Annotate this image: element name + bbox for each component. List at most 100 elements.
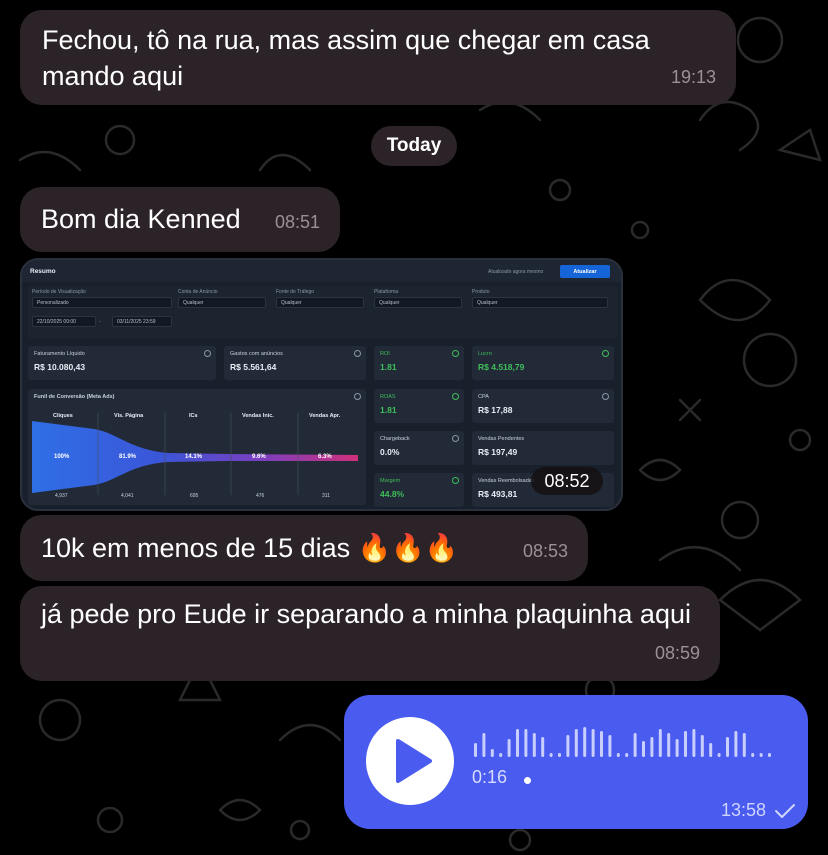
- waveform-bar: [524, 729, 528, 757]
- funnel-stage-count: 4,041: [121, 493, 134, 499]
- card-value: R$ 5.561,64: [230, 362, 277, 372]
- card-label: ROI: [380, 351, 390, 357]
- incoming-message[interactable]: já pede pro Eude ir separando a minha pl…: [20, 586, 720, 681]
- waveform-bar: [558, 753, 561, 757]
- card-value: R$ 10.080,43: [34, 362, 86, 372]
- card-margem: Margem 44.8%: [374, 473, 464, 507]
- card-value: R$ 493,81: [478, 489, 518, 499]
- play-button[interactable]: [366, 717, 454, 805]
- waveform-bar: [566, 735, 570, 757]
- waveform-bar: [684, 731, 687, 757]
- message-time: 13:58: [720, 800, 766, 820]
- info-icon: [452, 350, 459, 357]
- card-label: Vendas Reembolsadas: [478, 478, 535, 484]
- funnel-stage-name: Vis. Página: [114, 413, 144, 419]
- card-label: Chargeback: [380, 436, 410, 442]
- message-text: Fechou, tô na rua, mas assim que chegar …: [42, 25, 650, 91]
- card-cpa: CPA R$ 17,88: [472, 389, 614, 423]
- date-end-field: 03/11/2025 23:59: [112, 316, 172, 327]
- card-value: 44.8%: [380, 489, 405, 499]
- info-icon: [452, 435, 459, 442]
- date-separator: Today: [371, 126, 457, 166]
- waveform-bar: [692, 729, 696, 757]
- card-value: R$ 17,88: [478, 405, 513, 415]
- card-label: Faturamento Líquido: [34, 351, 85, 357]
- date-separator-dash: -: [99, 319, 101, 325]
- incoming-message[interactable]: Fechou, tô na rua, mas assim que chegar …: [20, 10, 736, 105]
- card-value: R$ 197,49: [478, 447, 518, 457]
- waveform-bar: [642, 741, 645, 757]
- waveform-bar: [717, 753, 721, 757]
- waveform-bar: [532, 733, 536, 757]
- message-text: Bom dia Kenned: [41, 204, 241, 234]
- funnel-stage-count: 476: [256, 493, 265, 499]
- waveform-bar: [490, 749, 494, 757]
- message-time: 08:53: [522, 541, 568, 561]
- waveform[interactable]: [472, 727, 782, 761]
- card-roi: ROI 1.81: [374, 346, 464, 380]
- funnel-stage-percent: 14.1%: [185, 454, 203, 460]
- waveform-bar: [591, 729, 595, 757]
- filter-select: Personalizado: [32, 297, 172, 308]
- waveform-bar: [759, 753, 763, 757]
- voice-duration: 0:16: [472, 767, 508, 787]
- filter-label: Plataforma: [374, 289, 399, 295]
- read-check-icon: [775, 804, 795, 818]
- filter-select: Qualquer: [178, 297, 266, 308]
- card-label: Margem: [380, 478, 401, 484]
- play-icon: [396, 739, 432, 783]
- funnel-stage-count: 311: [322, 493, 330, 499]
- message-text: 10k em menos de 15 dias 🔥🔥🔥: [41, 533, 459, 563]
- info-icon: [602, 350, 609, 357]
- waveform-bar: [726, 737, 729, 757]
- waveform-bar: [583, 727, 587, 757]
- filter-select: Qualquer: [472, 297, 608, 308]
- waveform-bar: [768, 753, 771, 757]
- filter-label: Conta de Anúncio: [178, 289, 218, 295]
- funnel-stage-name: Vendas Apr.: [309, 413, 341, 419]
- dashboard-title: Resumo: [30, 268, 56, 275]
- info-icon: [452, 477, 459, 484]
- filter-label: Produto: [472, 289, 490, 295]
- waveform-bar: [709, 743, 713, 757]
- info-icon: [602, 393, 609, 400]
- incoming-message[interactable]: Bom dia Kenned 08:51: [20, 187, 340, 252]
- waveform-bar: [616, 753, 620, 757]
- waveform-bar: [650, 737, 654, 757]
- image-message-dashboard[interactable]: Resumo Atualizado agora mesmo Atualizar …: [20, 258, 623, 511]
- funnel-stage-count: 4,937: [55, 493, 68, 499]
- waveform-bar: [516, 729, 519, 757]
- waveform-bar: [675, 739, 679, 757]
- card-label: ROAS: [380, 394, 396, 400]
- waveform-bar: [574, 729, 578, 757]
- funnel-stage-name: ICs: [189, 413, 198, 419]
- unplayed-dot: [524, 777, 531, 784]
- funnel-graphic: [32, 413, 358, 495]
- card-label: Gastos com anúncios: [230, 351, 283, 357]
- outgoing-voice-message[interactable]: 0:16 13:58: [344, 695, 808, 829]
- card-value: R$ 4.518,79: [478, 362, 525, 372]
- card-value: 1.81: [380, 405, 397, 415]
- card-label: CPA: [478, 394, 489, 400]
- message-time: 08:59: [654, 643, 700, 663]
- card-lucro: Lucro R$ 4.518,79: [472, 346, 614, 380]
- filter-select: Qualquer: [276, 297, 364, 308]
- funnel-stage-count: 695: [190, 493, 199, 499]
- waveform-bar: [625, 753, 629, 757]
- incoming-message[interactable]: 10k em menos de 15 dias 🔥🔥🔥 08:53: [20, 515, 588, 581]
- waveform-bar: [541, 737, 545, 757]
- card-pendentes: Vendas Pendentes R$ 197,49: [472, 431, 614, 465]
- message-time: 19:13: [670, 67, 716, 87]
- waveform-bar: [482, 733, 486, 757]
- filter-label: Período de Visualização: [32, 289, 86, 295]
- filter-label: Fonte de Tráfego: [276, 289, 315, 295]
- card-value: 1.81: [380, 362, 397, 372]
- waveform-bar: [658, 729, 662, 757]
- card-chargeback: Chargeback 0.0%: [374, 431, 464, 465]
- refresh-button: Atualizar: [560, 265, 610, 278]
- waveform-bar: [608, 735, 612, 757]
- waveform-bar: [700, 735, 704, 757]
- info-icon: [452, 393, 459, 400]
- waveform-bar: [549, 753, 553, 757]
- funnel-stage-name: Vendas Inic.: [242, 413, 274, 419]
